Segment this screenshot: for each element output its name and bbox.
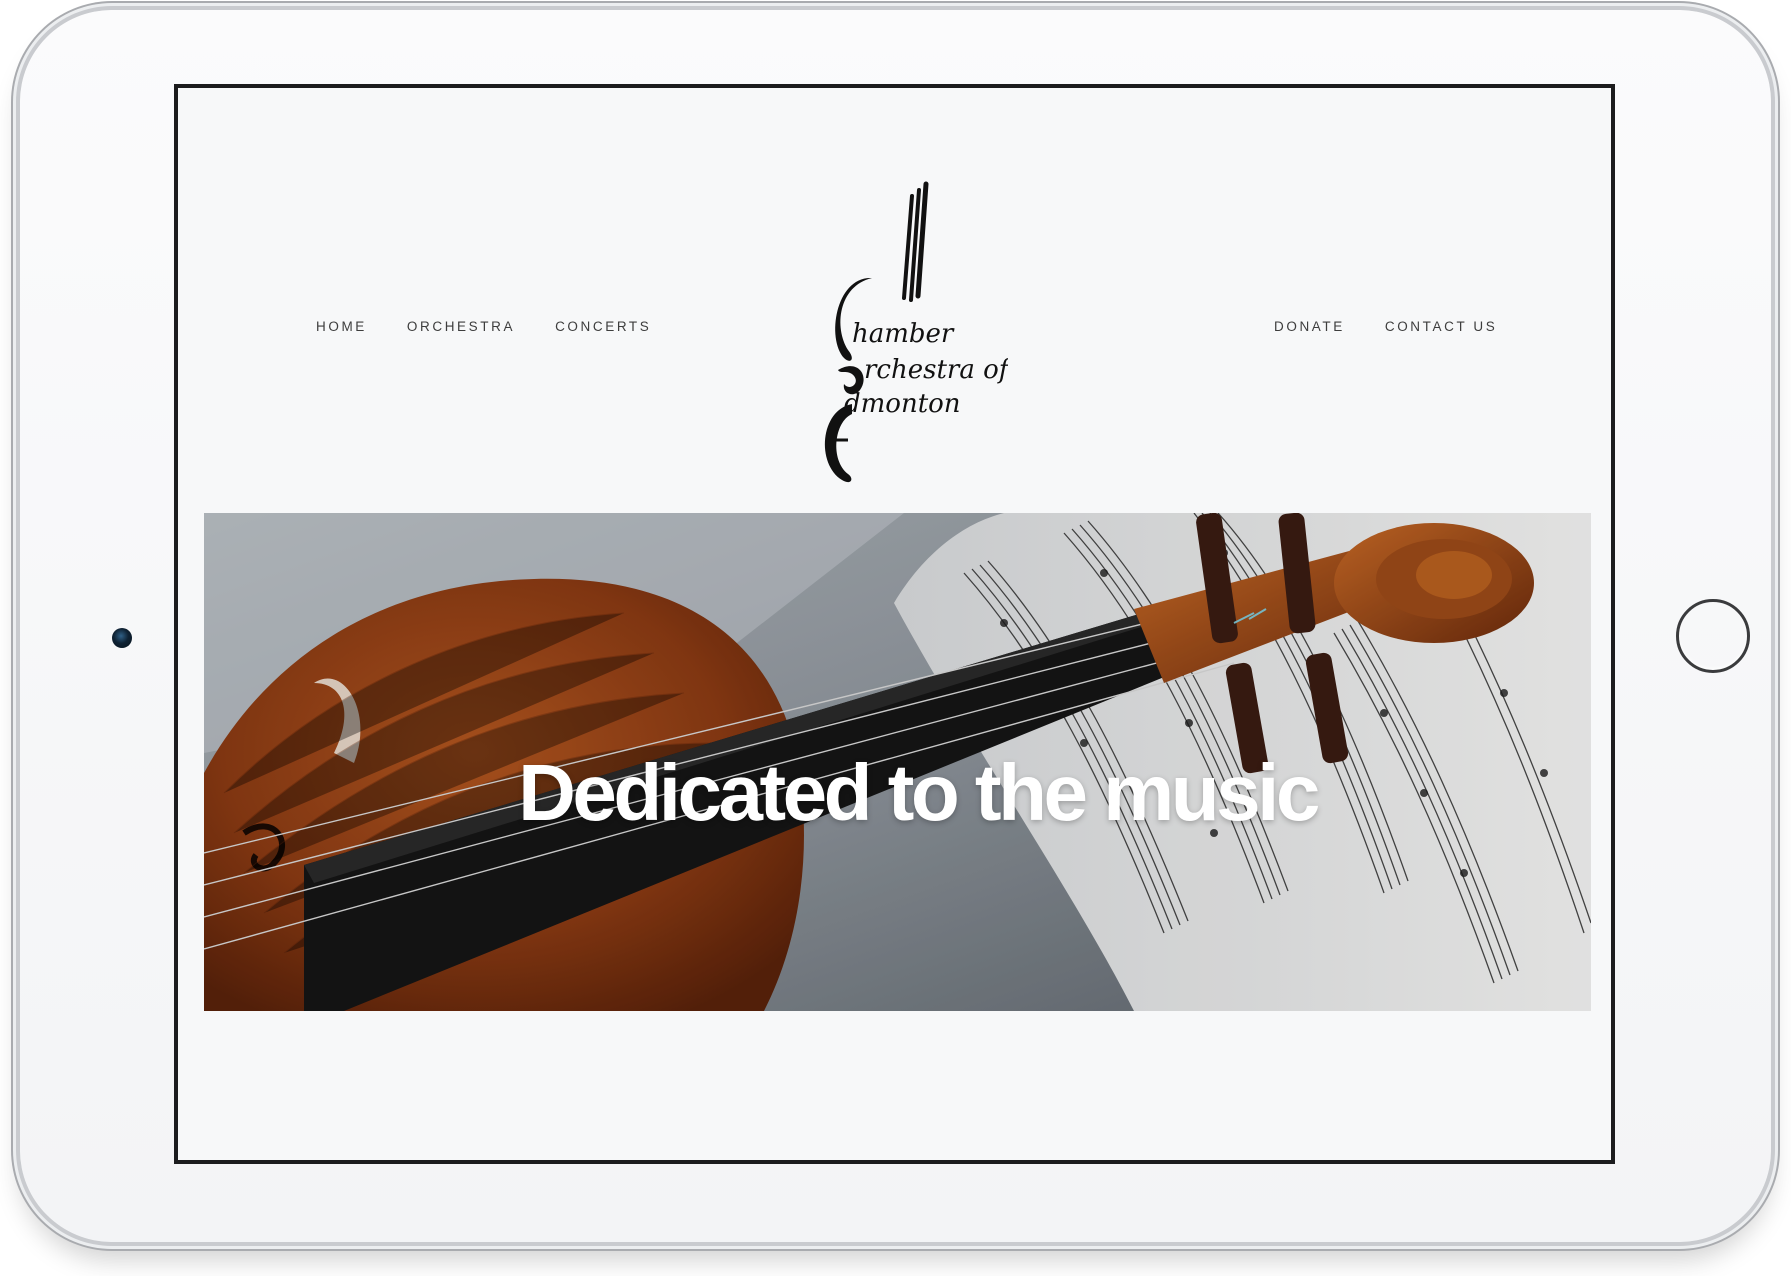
nav-orchestra-link[interactable]: ORCHESTRA [407, 319, 515, 334]
nav-home-link[interactable]: HOME [316, 319, 367, 334]
nav-donate-link[interactable]: DONATE [1274, 319, 1345, 334]
logo-line-3: dmonton [844, 389, 961, 419]
logo-line-2: rchestra of [864, 355, 1008, 385]
primary-nav-right: DONATE CONTACT US [1274, 319, 1497, 334]
logo-line-1: hamber [852, 319, 955, 349]
home-button[interactable] [1676, 599, 1750, 673]
nav-concerts-link[interactable]: CONCERTS [555, 319, 651, 334]
camera-icon [112, 628, 132, 648]
nav-contact-link[interactable]: CONTACT US [1385, 319, 1498, 334]
violin-sheet-music-image [204, 513, 1591, 1011]
site-logo[interactable]: hamber rchestra of dmonton [808, 178, 1008, 488]
hero-banner: Dedicated to the music [204, 513, 1591, 1011]
primary-nav-left: HOME ORCHESTRA CONCERTS [316, 319, 651, 334]
website-screen: HOME ORCHESTRA CONCERTS hamber rchestra … [174, 84, 1615, 1164]
